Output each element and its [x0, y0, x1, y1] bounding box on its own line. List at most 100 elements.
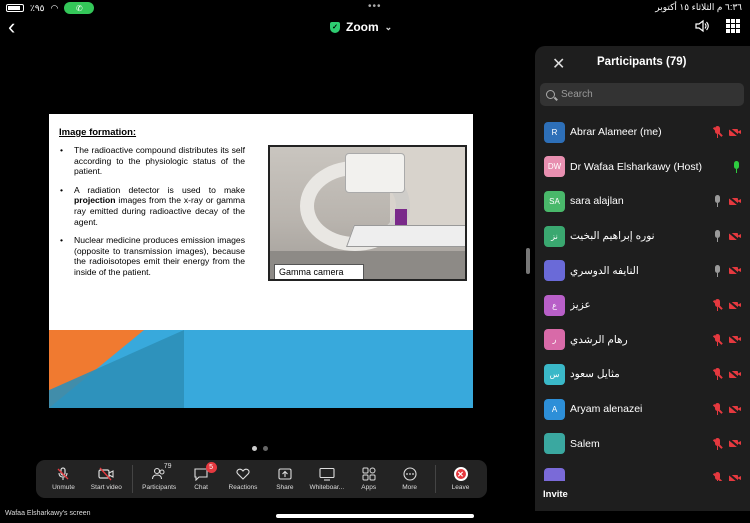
mic-icon	[713, 264, 722, 277]
slide-teal-triangle	[49, 330, 184, 408]
wifi-icon: ◠	[50, 2, 59, 13]
participant-name: مثايل سعود	[570, 368, 620, 381]
invite-button[interactable]: Invite	[543, 489, 568, 500]
photo-caption: Gamma camera	[274, 264, 364, 279]
unmute-button[interactable]: Unmute	[42, 460, 85, 498]
search-placeholder: Search	[561, 89, 593, 100]
participant-name: رهام الرشدي	[570, 333, 628, 346]
participant-list: R Abrar Alameer (me) DW Dr Wafaa Elsharkawy…	[535, 115, 750, 496]
apps-label: Apps	[361, 484, 377, 491]
slide-heading: Image formation:	[59, 127, 137, 138]
split-view-handle[interactable]	[526, 248, 530, 274]
participant-name: Aryam alenazei	[570, 403, 643, 416]
mic-muted-icon	[713, 299, 722, 312]
status-bar: ٪٩٥ ◠ ✆ ••• ٦:٣٦ م الثلاثاء ١٥ أكتوبر	[0, 0, 750, 14]
start-video-label: Start video	[90, 484, 122, 491]
participant-status-icons	[713, 115, 741, 150]
reactions-label: Reactions	[228, 484, 258, 491]
share-arrow-icon	[278, 468, 292, 480]
multitask-dots[interactable]: •••	[368, 1, 382, 12]
page-dot[interactable]	[263, 446, 268, 451]
close-icon[interactable]: ✕	[552, 54, 565, 74]
avatar: DW	[544, 156, 565, 178]
participant-status-icons	[713, 357, 741, 392]
active-call-pill[interactable]: ✆	[64, 2, 95, 14]
avatar	[544, 433, 565, 455]
participant-status-icons	[713, 184, 741, 219]
participant-name: عزيز	[570, 299, 591, 312]
more-button[interactable]: More	[388, 460, 431, 498]
muted-mic-icon	[57, 467, 69, 480]
participant-name: نوره إبراهيم البخيت	[570, 230, 655, 243]
panel-title: Participants (79)	[597, 56, 687, 68]
video-off-icon	[729, 301, 741, 310]
participant-row[interactable]: DW Dr Wafaa Elsharkawy (Host)	[535, 150, 750, 185]
slide-bullets: The radioactive compound distributes its…	[59, 145, 245, 286]
share-button[interactable]: Share	[265, 460, 304, 498]
video-off-icon	[729, 405, 741, 414]
back-chevron-icon[interactable]: ‹	[8, 16, 15, 38]
participant-row[interactable]: SA sara alajlan	[535, 184, 750, 219]
participant-status-icons	[732, 150, 741, 185]
apps-button[interactable]: Apps	[349, 460, 388, 498]
chat-label: Chat	[194, 484, 208, 491]
participant-status-icons	[713, 288, 741, 323]
slide-bullet: The radioactive compound distributes its…	[59, 145, 245, 177]
chat-button[interactable]: 5 Chat	[182, 460, 221, 498]
participant-row[interactable]: ر رهام الرشدي	[535, 323, 750, 358]
participant-row[interactable]: A Aryam alenazei	[535, 392, 750, 427]
speaker-icon[interactable]	[694, 18, 710, 34]
reactions-button[interactable]: Reactions	[221, 460, 266, 498]
participant-row[interactable]: Salem	[535, 426, 750, 461]
unmute-label: Unmute	[52, 484, 75, 491]
mic-icon	[713, 230, 722, 243]
start-video-button[interactable]: Start video	[85, 460, 128, 498]
gallery-view-grid-icon[interactable]	[726, 19, 740, 33]
avatar: نز	[544, 225, 565, 247]
more-dots-icon	[403, 467, 417, 481]
participant-name: Dr Wafaa Elsharkawy (Host)	[570, 160, 703, 173]
participants-button[interactable]: 79 Participants	[137, 460, 182, 498]
participant-name: Salem	[570, 437, 600, 450]
bold-word: projection	[74, 195, 116, 206]
participant-row[interactable]: س مثايل سعود	[535, 357, 750, 392]
avatar	[544, 260, 565, 282]
avatar: A	[544, 398, 565, 420]
leave-button[interactable]: ✕ Leave	[440, 460, 481, 498]
leave-x-icon: ✕	[453, 467, 468, 481]
gamma-camera-photo: Gamma camera	[268, 145, 467, 281]
toolbar-divider	[435, 465, 437, 493]
home-indicator[interactable]	[276, 514, 474, 518]
page-dot-active[interactable]	[252, 446, 257, 451]
meeting-toolbar: Unmute Start video 79 Participants 5 Cha…	[36, 460, 487, 498]
participant-row[interactable]: R Abrar Alameer (me)	[535, 115, 750, 150]
participant-row[interactable]: النايفه الدوسري	[535, 253, 750, 288]
bullet-text-before: A radiation detector is used to make	[74, 184, 245, 195]
meeting-title[interactable]: ✓ Zoom ⌄	[330, 20, 392, 34]
participant-status-icons	[713, 219, 741, 254]
video-off-icon	[729, 335, 741, 344]
avatar: س	[544, 363, 565, 385]
avatar: SA	[544, 190, 565, 212]
participant-status-icons	[713, 392, 741, 427]
chat-unread-badge: 5	[205, 462, 217, 473]
apps-icon	[362, 467, 376, 481]
whiteboard-icon	[319, 467, 335, 481]
video-off-icon	[729, 128, 741, 137]
participants-count: 79	[163, 463, 172, 470]
avatar: ر	[544, 329, 565, 351]
whiteboard-button[interactable]: Whiteboar...	[304, 460, 349, 498]
participant-status-icons	[713, 426, 741, 461]
participant-name: sara alajlan	[570, 195, 624, 208]
avatar: R	[544, 121, 565, 143]
page-indicator[interactable]	[252, 446, 268, 451]
search-input[interactable]: Search	[540, 83, 744, 106]
participant-row[interactable]: ع عزيز	[535, 288, 750, 323]
status-datetime: ٦:٣٦ م الثلاثاء ١٥ أكتوبر	[655, 2, 742, 12]
mic-icon	[713, 195, 722, 208]
video-off-icon	[729, 232, 741, 241]
chevron-down-icon: ⌄	[384, 21, 393, 32]
participant-row[interactable]: نز نوره إبراهيم البخيت	[535, 219, 750, 254]
video-off-icon	[729, 197, 741, 206]
mic-muted-icon	[713, 368, 722, 381]
